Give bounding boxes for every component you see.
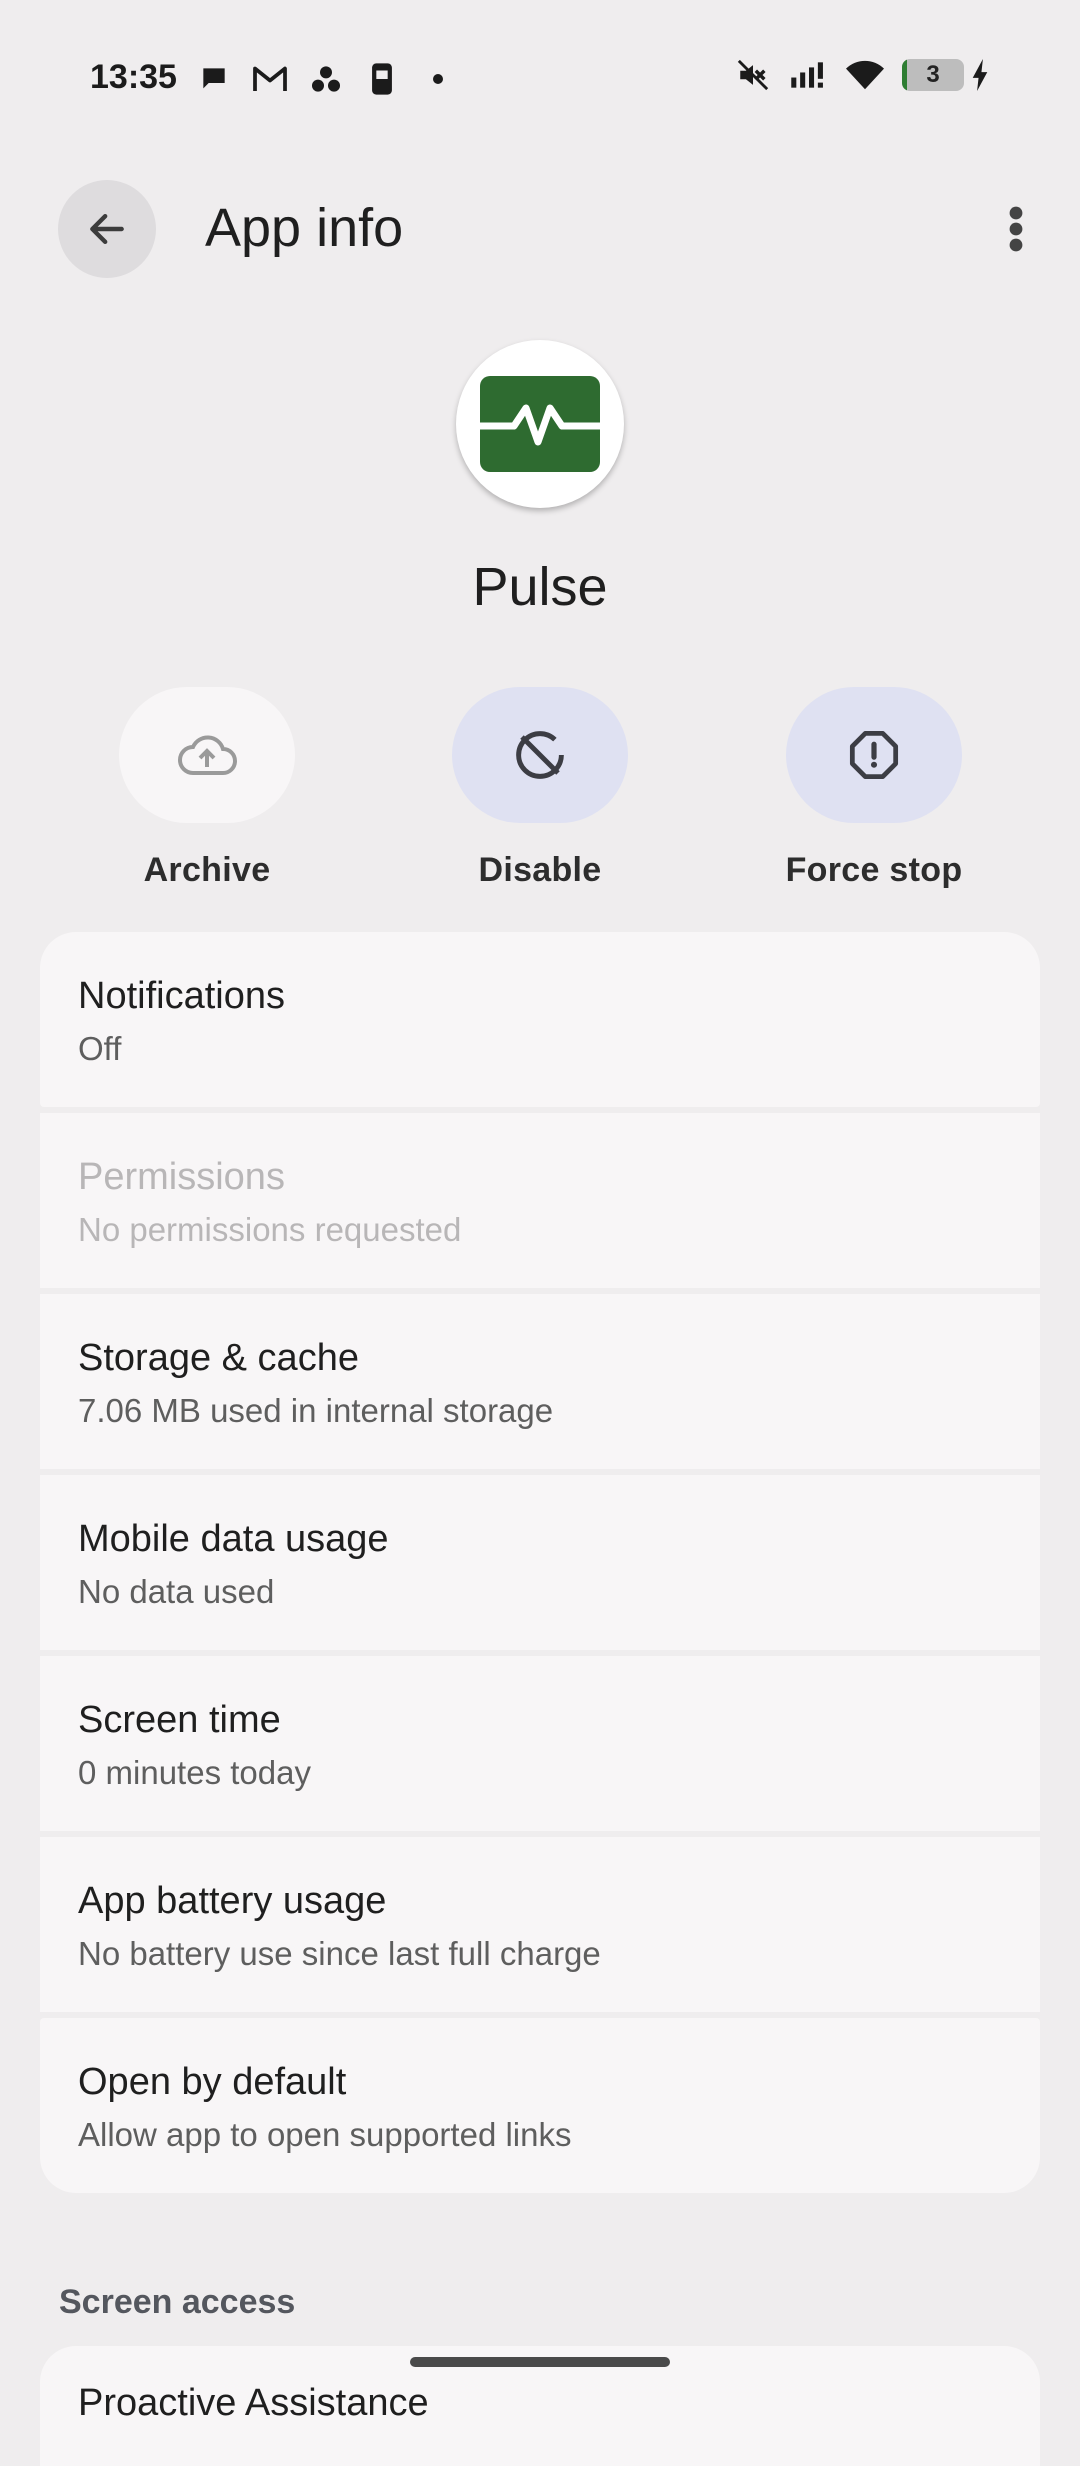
item-subtitle: No battery use since last full charge <box>78 1935 601 1972</box>
archive-button[interactable] <box>119 687 295 823</box>
arrow-back-icon <box>90 213 124 245</box>
app-settings-list: Notifications Off Permissions No permiss… <box>40 932 1040 2199</box>
storage-cache-item[interactable]: Storage & cache 7.06 MB used in internal… <box>40 1294 1040 1469</box>
status-bar: 13:35 3 <box>0 0 1080 160</box>
item-subtitle: Allow app to open supported links <box>78 2116 572 2153</box>
status-time: 13:35 <box>90 58 177 96</box>
battery-icon: 3 <box>902 59 964 91</box>
item-subtitle: No permissions requested <box>78 1211 462 1248</box>
archive-action[interactable]: Archive <box>40 687 374 890</box>
archive-label: Archive <box>143 851 271 889</box>
mute-icon <box>734 56 772 94</box>
item-subtitle: No data used <box>78 1573 275 1610</box>
screen-access-header: Screen access <box>59 2283 296 2321</box>
force-stop-icon <box>849 730 899 780</box>
screen-time-item[interactable]: Screen time 0 minutes today <box>40 1656 1040 1831</box>
item-title: Permissions <box>78 1156 285 1198</box>
wifi-icon <box>846 56 884 94</box>
app-battery-usage-item[interactable]: App battery usage No battery use since l… <box>40 1837 1040 2012</box>
item-title: Storage & cache <box>78 1337 359 1379</box>
force-stop-action[interactable]: Force stop <box>707 687 1041 890</box>
disable-action[interactable]: Disable <box>373 687 707 890</box>
item-title: App battery usage <box>78 1880 387 1922</box>
item-title: Open by default <box>78 2061 347 2103</box>
chat-icon <box>195 60 233 98</box>
gmail-icon <box>251 60 289 98</box>
back-button[interactable] <box>58 180 156 278</box>
item-title: Mobile data usage <box>78 1518 389 1560</box>
open-by-default-item[interactable]: Open by default Allow app to open suppor… <box>40 2018 1040 2193</box>
force-stop-button[interactable] <box>786 687 962 823</box>
app-name: Pulse <box>472 557 608 617</box>
item-title: Notifications <box>78 975 285 1017</box>
charging-icon <box>970 56 990 94</box>
cluster-icon <box>307 60 345 98</box>
force-stop-label: Force stop <box>785 851 963 889</box>
pulse-app-icon <box>478 376 602 472</box>
disable-icon <box>516 731 564 779</box>
device-icon <box>363 60 401 98</box>
disable-label: Disable <box>478 851 602 889</box>
page-title: App info <box>205 198 404 258</box>
item-subtitle: 7.06 MB used in internal storage <box>78 1392 554 1429</box>
permissions-item: Permissions No permissions requested <box>40 1113 1040 1288</box>
more-options-button[interactable] <box>986 196 1046 262</box>
battery-level: 3 <box>926 61 940 88</box>
item-subtitle: 0 minutes today <box>78 1754 311 1791</box>
more-vert-icon <box>1009 206 1023 252</box>
signal-icon <box>790 56 828 94</box>
mobile-data-usage-item[interactable]: Mobile data usage No data used <box>40 1475 1040 1650</box>
app-icon <box>456 340 624 508</box>
dot-icon <box>419 60 457 98</box>
gesture-nav-handle[interactable] <box>410 2357 670 2367</box>
item-subtitle: Off <box>78 1030 122 1067</box>
notifications-item[interactable]: Notifications Off <box>40 932 1040 1107</box>
item-title: Screen time <box>78 1699 281 1741</box>
cloud-upload-icon <box>178 735 237 775</box>
disable-button[interactable] <box>452 687 628 823</box>
